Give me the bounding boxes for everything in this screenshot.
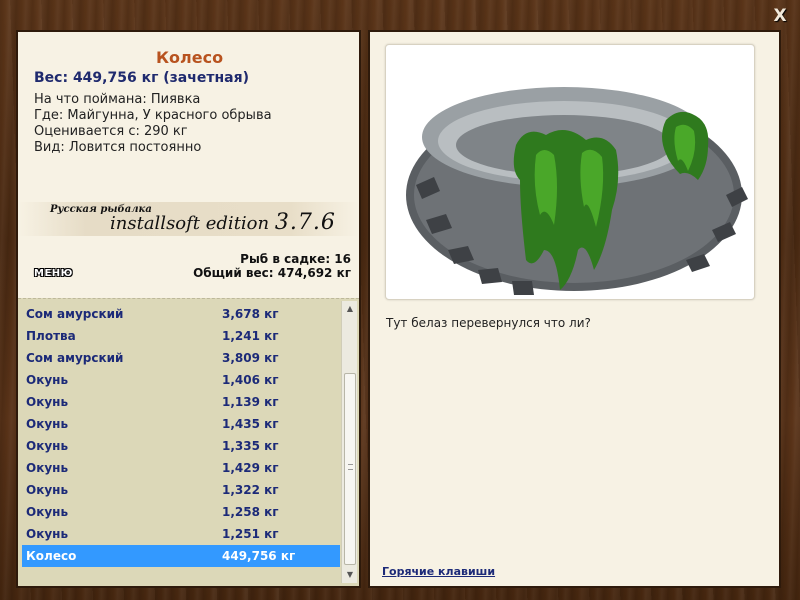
logo-edition: installsoft edition (110, 213, 270, 234)
list-item-weight: 1,139 кг (222, 395, 279, 409)
list-item[interactable]: Колесо 449,756 кг (22, 545, 340, 567)
list-item-name: Окунь (26, 373, 69, 387)
list-item-weight: 449,756 кг (222, 549, 296, 563)
list-item-weight: 1,258 кг (222, 505, 279, 519)
list-scrollbar[interactable]: ▲ ▼ (341, 301, 357, 583)
list-item-name: Сом амурский (26, 351, 124, 365)
catch-bait: На что поймана: Пиявка (34, 92, 201, 107)
catch-name: Колесо (155, 48, 224, 67)
list-item-weight: 3,678 кг (222, 307, 279, 321)
keepnet-stats: Рыб в садке: 16 Общий вес: 474,692 кг (193, 252, 351, 280)
list-item-weight: 1,335 кг (222, 439, 279, 453)
list-item[interactable]: Плотва 1,241 кг (22, 325, 340, 347)
catch-list: Сом амурский 3,678 кг Плотва 1,241 кг Сом ам… (18, 298, 359, 586)
tire-with-seaweed-icon (406, 87, 748, 295)
logo-big-text: installsoft edition 3.7.6 (110, 210, 336, 235)
list-item-name: Окунь (26, 395, 69, 409)
catch-description: Тут белаз перевернулся что ли? (386, 316, 591, 330)
list-item-weight: 1,435 кг (222, 417, 279, 431)
catch-list-rows: Сом амурский 3,678 кг Плотва 1,241 кг Сом ам… (22, 303, 340, 567)
list-item[interactable]: Сом амурский 3,809 кг (22, 347, 340, 369)
list-item-weight: 1,322 кг (222, 483, 279, 497)
catch-image-panel: Тут белаз перевернулся что ли? Горячие к… (368, 30, 781, 588)
hotkeys-link[interactable]: Горячие клавиши (382, 565, 495, 578)
logo-version: 3.7.6 (274, 210, 336, 235)
list-item[interactable]: Окунь 1,429 кг (22, 457, 340, 479)
catch-image (385, 44, 755, 300)
list-item[interactable]: Окунь 1,435 кг (22, 413, 340, 435)
list-item-weight: 3,809 кг (222, 351, 279, 365)
catch-details: Колесо Вес: 449,756 кг (зачетная) На что… (18, 32, 359, 156)
catch-value: Оценивается с: 290 кг (34, 124, 188, 139)
close-button[interactable]: X (770, 6, 790, 26)
catch-place: Где: Майгунна, У красного обрыва (34, 108, 272, 123)
list-item-name: Окунь (26, 483, 69, 497)
scroll-up-icon[interactable]: ▲ (342, 301, 358, 317)
list-item-weight: 1,429 кг (222, 461, 279, 475)
list-item[interactable]: Окунь 1,322 кг (22, 479, 340, 501)
list-item-name: Колесо (26, 549, 77, 563)
catch-type: Вид: Ловится постоянно (34, 140, 202, 155)
catch-info-panel: Колесо Вес: 449,756 кг (зачетная) На что… (16, 30, 361, 588)
list-item-name: Сом амурский (26, 307, 124, 321)
list-item[interactable]: Окунь 1,335 кг (22, 435, 340, 457)
list-item-name: Окунь (26, 461, 69, 475)
scroll-thumb[interactable] (344, 373, 356, 565)
list-item[interactable]: Окунь 1,406 кг (22, 369, 340, 391)
list-item-name: Окунь (26, 505, 69, 519)
fish-count: Рыб в садке: 16 (240, 252, 351, 266)
list-item[interactable]: Окунь 1,139 кг (22, 391, 340, 413)
list-item-weight: 1,251 кг (222, 527, 279, 541)
total-weight: Общий вес: 474,692 кг (193, 266, 351, 280)
list-item-name: Окунь (26, 439, 69, 453)
menu-button[interactable]: МЕНЮ (34, 268, 73, 279)
list-item[interactable]: Сом амурский 3,678 кг (22, 303, 340, 325)
list-item-name: Окунь (26, 417, 69, 431)
list-item-weight: 1,406 кг (222, 373, 279, 387)
scroll-down-icon[interactable]: ▼ (342, 567, 358, 583)
thumb-grip-icon (348, 464, 353, 470)
catch-weight: Вес: 449,756 кг (зачетная) (34, 70, 249, 86)
game-logo-banner: Русская рыбалка installsoft edition 3.7.… (18, 202, 359, 236)
list-item-name: Окунь (26, 527, 69, 541)
list-item[interactable]: Окунь 1,251 кг (22, 523, 340, 545)
list-item[interactable]: Окунь 1,258 кг (22, 501, 340, 523)
list-item-name: Плотва (26, 329, 76, 343)
list-item-weight: 1,241 кг (222, 329, 279, 343)
